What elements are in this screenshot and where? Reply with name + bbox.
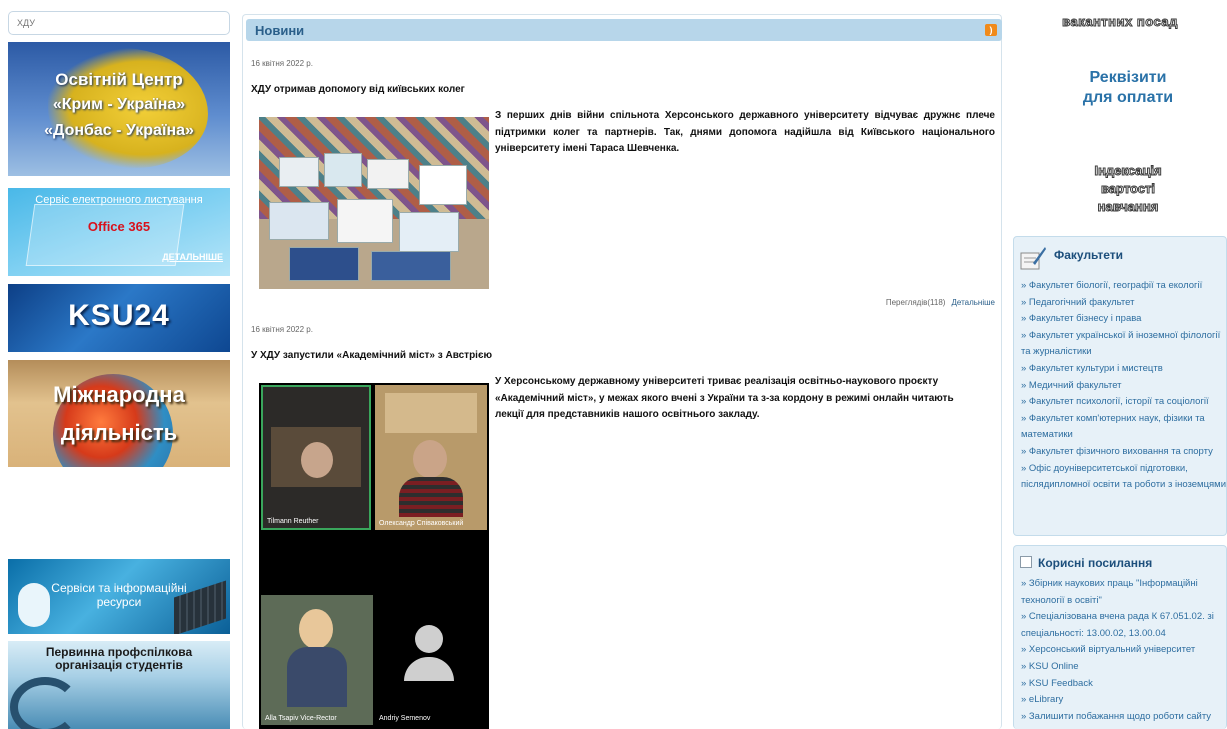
faculty-link[interactable]: » Медичний факультет [1021,378,1226,395]
banner-union-line2: організація студентів [55,658,183,672]
faculty-link[interactable]: » Педагогічний факультет [1021,295,1226,312]
banner-services-line1: Сервіси та інформаційні [51,581,187,595]
banner-student-union[interactable]: Первинна профспілкова організація студен… [8,641,230,729]
useful-link[interactable]: » Залишити побажання щодо роботи сайту [1021,709,1226,726]
banner-services[interactable]: Сервіси та інформаційні ресурси [8,559,230,634]
dress-image [287,647,347,707]
requisites-link[interactable]: Реквізити для оплати [1013,68,1227,108]
video-tile: Andriy Semenov [375,595,487,725]
news-meta: Переглядів(118) Детальніше [886,298,995,307]
requisites-line2: для оплати [1082,89,1174,106]
video-label: Andriy Semenov [379,715,431,722]
broken-image-icon [1020,556,1032,568]
banner-crimea-line2: «Крим - Україна» [52,96,186,113]
news-header: Новини ) [246,19,1002,41]
medicine-box [269,202,329,240]
faculties-panel: Факультети » Факультет біології, географ… [1013,236,1227,536]
useful-link[interactable]: » KSU Online [1021,659,1226,676]
banner-office-title: Сервіс електронного листування [35,194,203,206]
news-text: З перших днів війни спільнота Херсонсько… [495,110,995,154]
video-label: Олександр Співаковський [379,520,464,527]
indexation-line3: навчання [1097,199,1159,215]
medicine-box [279,157,319,187]
medicine-box [337,199,393,243]
useful-link[interactable]: » Херсонський віртуальний університет [1021,642,1226,659]
medicine-box [367,159,409,189]
person-image [299,609,333,649]
useful-link[interactable]: » Спеціалізована вчена рада К 67.051.02.… [1021,609,1226,642]
shelf-image [385,393,477,433]
video-tile: Олександр Співаковський [375,385,487,530]
avatar-icon [415,625,443,653]
person-image [413,440,447,478]
useful-link[interactable]: » KSU Feedback [1021,676,1226,693]
banner-union-line1: Первинна профспілкова [45,645,193,659]
quill-paper-icon [1020,247,1046,270]
faculty-link[interactable]: » Факультет фізичного виховання та спорт… [1021,444,1226,461]
faculties-title: Факультети [1054,248,1124,262]
banner-services-line2: ресурси [96,595,142,609]
vacancy-banner[interactable]: вакантних посад [1013,14,1227,30]
news-title-link[interactable]: У ХДУ запустили «Академічний міст» з Авс… [251,350,492,361]
banner-office365[interactable]: Сервіс електронного листування Office 36… [8,188,230,276]
person-image [301,442,333,478]
banner-intl-line2: діяльність [60,420,178,445]
more-link[interactable]: Детальніше [951,298,995,307]
useful-links-title: Корисні посилання [1038,556,1153,570]
indexation-line1: Індексація [1094,163,1162,179]
faculty-link[interactable]: » Факультет психології, історії та соціо… [1021,394,1226,411]
faculties-list: » Факультет біології, географії та еколо… [1021,278,1226,494]
video-tile: Alla Tsapiv Vice-Rector [261,595,373,725]
useful-links-panel: Корисні посилання » Збірник наукових пра… [1013,545,1227,729]
views-counter: Переглядів(118) [885,298,946,307]
right-sidebar: вакантних посад Реквізити для оплати Інд… [1013,0,1227,729]
video-label: Tilmann Reuther [267,518,319,525]
rss-icon[interactable]: ) [985,24,997,36]
faculty-link[interactable]: » Офіс доуніверситетської підготовки, пі… [1021,461,1226,494]
requisites-line1: Реквізити [1089,69,1167,86]
news-photo-video-call[interactable]: Tilmann Reuther Олександр Співаковський … [259,383,489,729]
indexation-line2: вартості [1101,181,1156,197]
useful-link[interactable]: » Збірник наукових праць "Інформаційні т… [1021,576,1226,609]
faculty-link[interactable]: » Факультет української й іноземної філо… [1021,328,1226,361]
news-title-link[interactable]: ХДУ отримав допомогу від київських колег [251,84,465,95]
news-date: 16 квітня 2022 р. [251,325,313,334]
left-sidebar: Освітній Центр «Крим - Україна» «Донбас … [8,0,231,729]
banner-international[interactable]: Міжнародна діяльність [8,360,230,467]
medicine-box [324,153,362,187]
avatar-icon [404,657,454,681]
news-text: У Херсонському державному університеті т… [495,376,954,420]
news-date: 16 квітня 2022 р. [251,59,313,68]
banner-office-brand: Office 365 [87,219,151,234]
news-header-title: Новини [255,23,305,38]
banner-crimea-line1: Освітній Центр [55,70,183,89]
banner-crimea-line3: «Донбас - Україна» [44,122,194,139]
banner-intl-line1: Міжнародна [53,382,185,407]
news-section: Новини ) 16 квітня 2022 р. ХДУ отримав д… [242,14,1002,729]
useful-link[interactable]: » eLibrary [1021,692,1226,709]
faculty-link[interactable]: » Факультет бізнесу і права [1021,311,1226,328]
swirl-logo-image [10,677,80,729]
faculty-link[interactable]: » Факультет культури і мистецтв [1021,361,1226,378]
banner-ksu24[interactable]: KSU24 [8,284,230,352]
indexation-banner[interactable]: Індексація вартості навчання [1013,162,1227,216]
video-label: Alla Tsapiv Vice-Rector [265,715,337,722]
search-box[interactable] [8,11,230,35]
envelope-image [25,204,185,266]
news-photo-medicine[interactable] [259,117,489,289]
banner-crimea-donbas[interactable]: Освітній Центр «Крим - Україна» «Донбас … [8,42,230,176]
medicine-box [399,212,459,252]
faculty-link[interactable]: » Факультет комп'ютерних наук, фізики та… [1021,411,1226,444]
sweater-image [399,477,463,517]
useful-links-list: » Збірник наукових праць "Інформаційні т… [1021,576,1226,725]
medicine-box [289,247,359,281]
banner-office-more-link[interactable]: ДЕТАЛЬНІШЕ [162,252,223,262]
faculty-link[interactable]: » Факультет біології, географії та еколо… [1021,278,1226,295]
video-tile: Tilmann Reuther [261,385,371,530]
search-input[interactable] [9,12,229,34]
banner-ksu24-title: KSU24 [68,299,170,332]
medicine-box [371,251,451,281]
medicine-box [419,165,467,205]
